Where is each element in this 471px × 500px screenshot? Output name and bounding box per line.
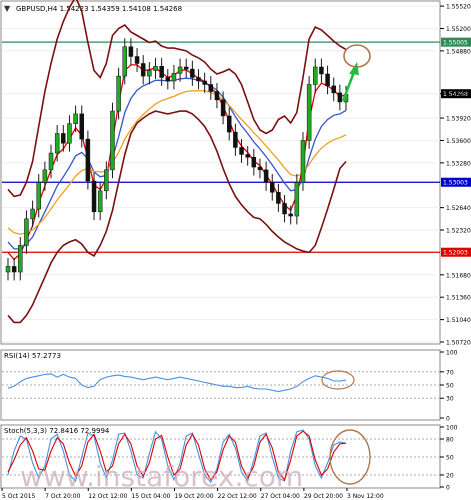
candle-body-39 <box>245 154 250 158</box>
price-tick-label-11: 1.51040 <box>446 317 471 324</box>
candle-body-46 <box>288 213 293 217</box>
candle-body-43 <box>270 182 275 193</box>
dropdown-triangle-icon[interactable]: ▼ <box>4 4 11 13</box>
candle-body-11 <box>73 113 78 124</box>
price-tick-label-4: 1.53920 <box>446 116 471 123</box>
price-tick-label-12: 1.50720 <box>446 340 471 347</box>
candle-body-28 <box>177 66 183 74</box>
candle-body-52 <box>325 73 330 87</box>
stoch-tick-label-0: 100 <box>446 425 458 432</box>
time-tick-label-2: 12 Oct 12:00 <box>88 493 127 500</box>
candle-body-12 <box>79 113 84 140</box>
candle-body-4 <box>30 208 35 220</box>
main-price-panel[interactable]: GBPUSD,H4 1.54223 1.54359 1.54108 1.5426… <box>0 0 471 347</box>
candle-body-35 <box>220 99 226 117</box>
stochastic-panel[interactable]: Stoch(5,3,3) 72.8416 72.9994 1008050200 … <box>0 424 458 494</box>
main-title: GBPUSD,H4 1.54223 1.54359 1.54108 1.5426… <box>16 5 182 13</box>
candle-body-31 <box>196 77 201 82</box>
rsi-panel[interactable]: RSI(14) 57.2773 100 70 50 30 0 <box>0 349 458 423</box>
candle-body-41 <box>257 166 263 171</box>
stoch-tick-label-1: 80 <box>446 437 454 444</box>
candle-body-15 <box>97 190 103 213</box>
rsi-tick-label-0: 100 <box>446 350 458 357</box>
candle-body-22 <box>140 63 146 77</box>
candle-body-40 <box>251 157 257 168</box>
candle-body-20 <box>128 46 134 57</box>
candle-body-19 <box>122 46 128 77</box>
candle-body-1 <box>11 266 17 273</box>
candle-body-17 <box>110 110 115 171</box>
level-tag-label-2: 1.52003 <box>443 250 468 257</box>
price-tick-label-9: 1.51680 <box>446 272 471 279</box>
candle-body-36 <box>226 115 232 133</box>
candle-body-21 <box>134 56 140 64</box>
candle-body-3 <box>24 218 29 246</box>
candle-body-24 <box>153 66 158 71</box>
candle-body-5 <box>36 182 41 210</box>
candle-body-26 <box>165 77 171 82</box>
candle-body-25 <box>159 66 164 78</box>
candle-body-44 <box>276 191 281 204</box>
candle-body-18 <box>116 75 121 112</box>
price-tick-label-7: 1.52640 <box>446 205 471 212</box>
rsi-tick-label-1: 70 <box>446 369 454 376</box>
price-tick-label-0: 1.55520 <box>446 4 471 11</box>
level-tag-label-0: 1.55005 <box>443 40 468 47</box>
time-tick-label-4: 19 Oct 20:00 <box>175 493 214 500</box>
time-tick-label-6: 27 Oct 04:00 <box>261 493 300 500</box>
candle-body-8 <box>54 133 60 154</box>
candle-body-51 <box>319 66 324 75</box>
candle-body-30 <box>190 68 195 78</box>
candle-body-32 <box>202 80 207 85</box>
candle-body-45 <box>282 203 287 215</box>
stoch-tick-label-4: 0 <box>446 485 450 492</box>
candle-body-47 <box>294 182 300 217</box>
candle-body-54 <box>337 92 343 103</box>
candle-body-14 <box>91 180 97 213</box>
candle-body-49 <box>306 84 312 141</box>
candle-body-34 <box>214 91 220 101</box>
price-tick-label-8: 1.52320 <box>446 228 471 235</box>
time-tick-label-5: 22 Oct 12:00 <box>218 493 257 500</box>
stoch-tick-label-3: 20 <box>446 473 454 480</box>
candle-body-16 <box>104 169 109 192</box>
time-tick-label-8: 3 Nov 12:00 <box>347 493 384 500</box>
time-tick-label-0: 5 Oct 2015 <box>2 493 35 500</box>
level-tag-label-1: 1.53003 <box>443 180 468 187</box>
stoch-tick-label-2: 50 <box>446 455 454 462</box>
candle-body-42 <box>263 169 269 183</box>
candle-body-7 <box>48 152 54 171</box>
time-tick-label-3: 15 Oct 04:00 <box>131 493 170 500</box>
candle-body-37 <box>233 131 238 148</box>
candle-body-38 <box>239 147 244 155</box>
candle-body-0 <box>5 266 11 273</box>
candle-body-6 <box>42 169 48 183</box>
price-tick-label-1: 1.55200 <box>446 26 471 33</box>
candle-body-27 <box>171 73 177 82</box>
price-tick-label-2: 1.54880 <box>446 48 471 55</box>
chart-root: GBPUSD,H4 1.54223 1.54359 1.54108 1.5426… <box>0 0 471 500</box>
candle-body-13 <box>85 138 91 182</box>
time-tick-label-7: 29 Oct 20:00 <box>304 493 343 500</box>
candle-body-10 <box>67 123 72 144</box>
price-tick-label-10: 1.51360 <box>446 295 471 302</box>
candle-body-2 <box>18 245 23 273</box>
rsi-tick-label-3: 30 <box>446 396 454 403</box>
rsi-title: RSI(14) 57.2773 <box>4 352 61 360</box>
main-plot-frame <box>0 0 441 345</box>
candle-body-23 <box>147 70 152 77</box>
time-tick-label-1: 7 Oct 20:00 <box>45 493 80 500</box>
candle-body-50 <box>313 66 318 85</box>
price-tick-label-5: 1.53600 <box>446 138 471 145</box>
candle-body-48 <box>300 140 306 183</box>
rsi-tick-label-2: 50 <box>446 383 454 390</box>
candle-body-29 <box>183 66 189 70</box>
candle-body-33 <box>208 84 214 92</box>
candle-body-53 <box>331 85 336 94</box>
price-tick-label-6: 1.53280 <box>446 160 471 167</box>
price-tick-label-3: 1.54268 <box>446 91 471 98</box>
rsi-tick-label-4: 0 <box>446 416 450 423</box>
candle-body-9 <box>61 133 66 144</box>
